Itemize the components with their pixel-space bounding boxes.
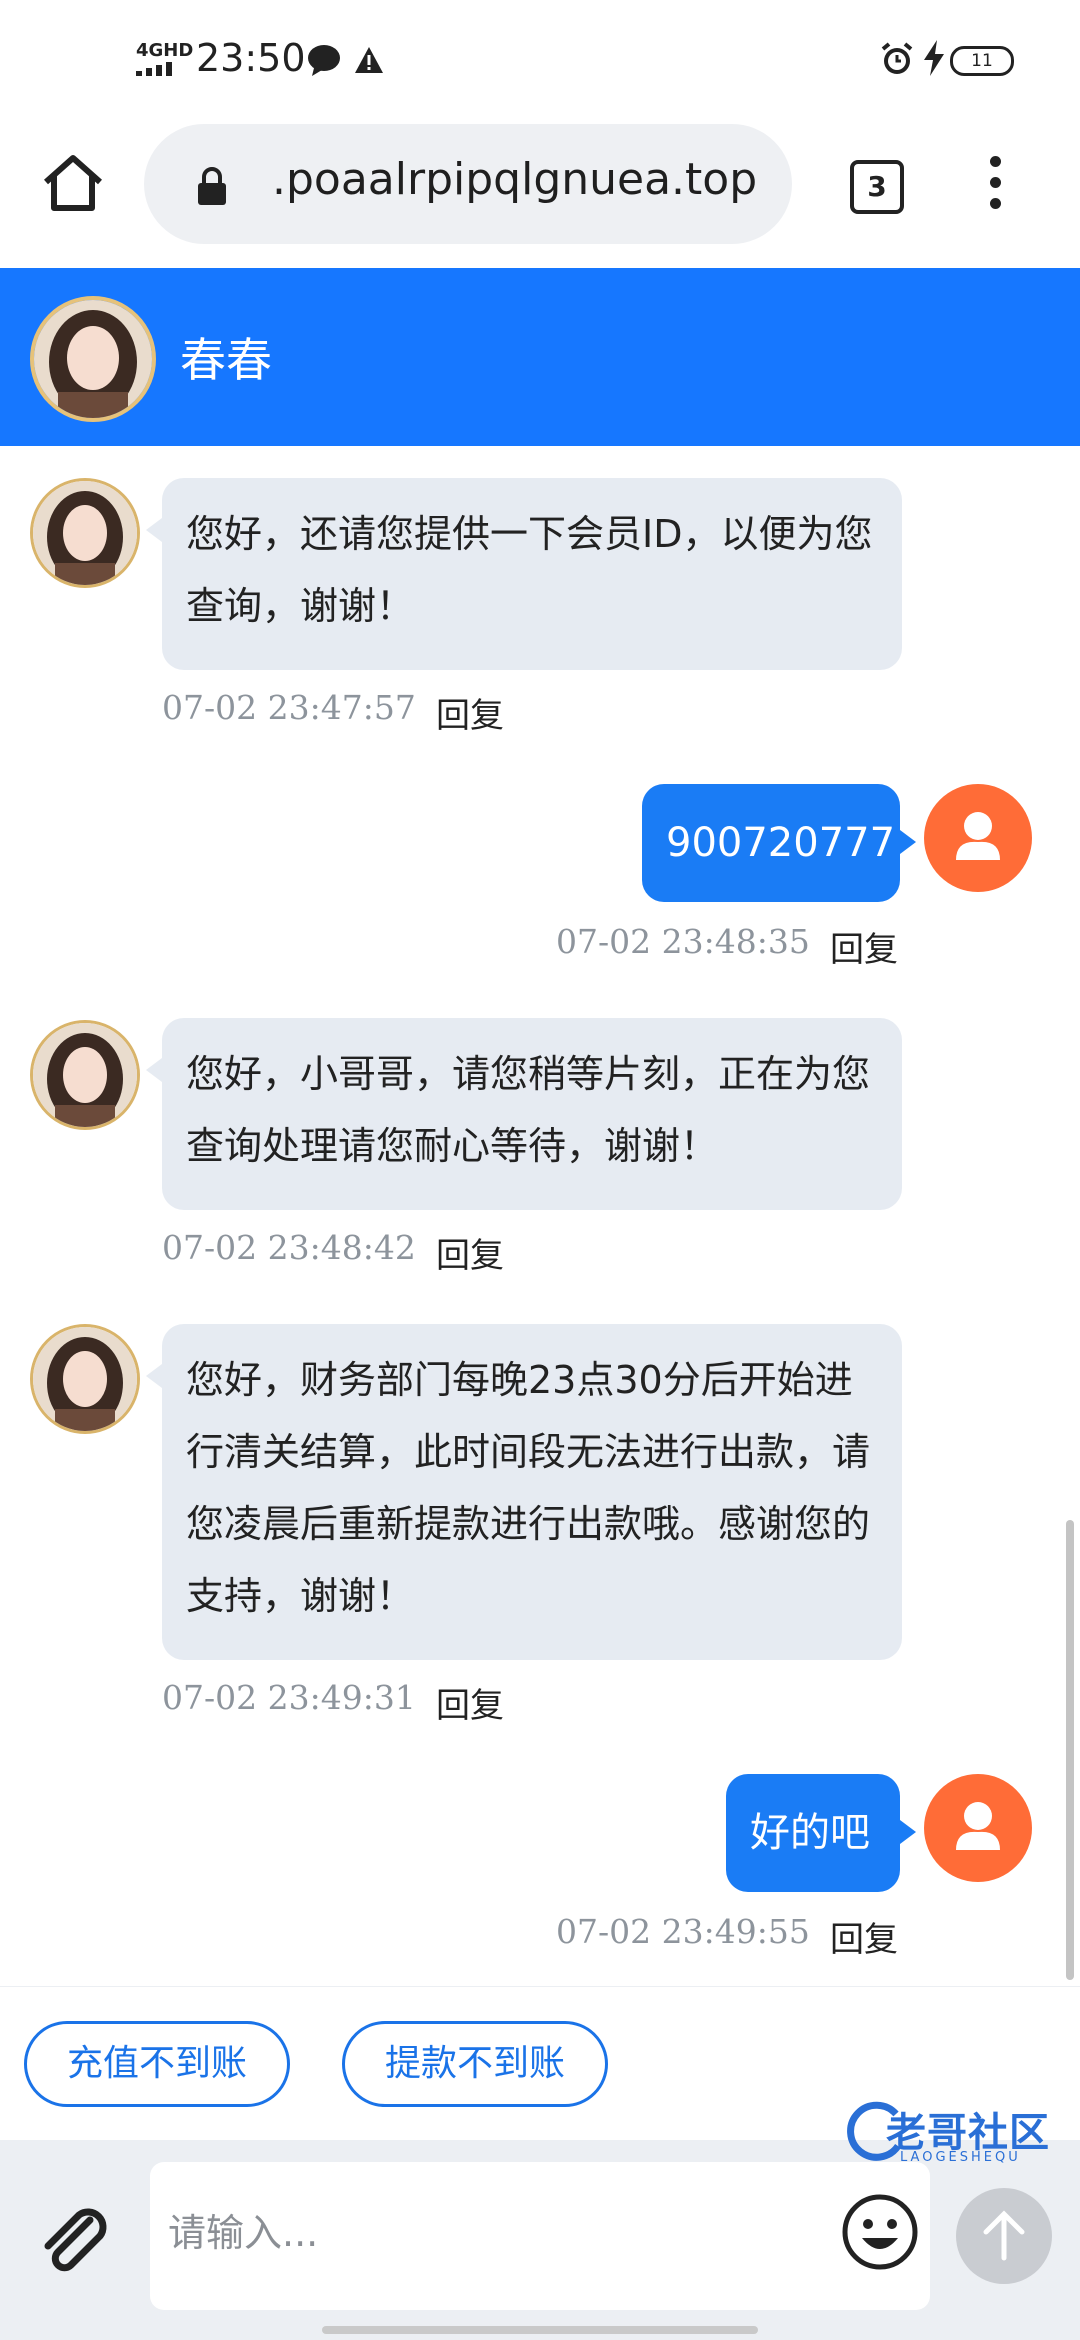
attachment-icon[interactable] [34,2202,114,2282]
home-indicator[interactable] [322,2326,758,2334]
message-notification-icon [308,45,340,76]
message-input[interactable]: 请输入... [150,2162,930,2310]
user-icon [956,812,1000,860]
home-icon[interactable] [40,150,106,216]
agent-message-bubble: 您好，还请您提供一下会员ID，以便为您查询，谢谢！ [146,478,902,670]
message-timestamp: 07-02 23:49:31 [162,1678,416,1717]
user-avatar [924,784,1032,892]
message-timestamp: 07-02 23:48:35 [556,922,810,961]
reply-button[interactable]: 回复 [436,688,504,737]
signal-icon [136,62,172,76]
agent-avatar [30,296,156,422]
agent-name: 春春 [180,333,272,387]
watermark-subtext: LAOGESHEQU [900,2150,1021,2165]
alarm-icon [881,42,913,74]
clock-time: 23:50 [196,36,306,80]
reply-button[interactable]: 回复 [830,1912,898,1961]
address-bar[interactable]: .poaalrpipqlgnuea.top [144,124,792,244]
user-message-bubble: 好的吧 [726,1774,916,1892]
message-timestamp: 07-02 23:47:57 [162,688,416,727]
agent-avatar [30,1324,140,1434]
chat-header: 春春 [0,268,1080,446]
tab-switcher-button[interactable]: 3 [850,160,904,214]
emoji-icon[interactable] [840,2192,920,2272]
input-placeholder: 请输入... [168,2211,319,2255]
user-message-bubble: 900720777 [642,784,916,902]
warning-icon [355,47,383,73]
agent-message-bubble: 您好，财务部门每晚23点30分后开始进行清关结算，此时间段无法进行出款，请您凌晨… [146,1324,902,1660]
quick-reply-withdraw-button[interactable]: 提款不到账 [342,2021,608,2107]
reply-button[interactable]: 回复 [436,1228,504,1277]
browser-toolbar: .poaalrpipqlgnuea.top 3 [0,120,1080,268]
agent-avatar [30,478,140,588]
scrollbar[interactable] [1066,1520,1074,1980]
message-timestamp: 07-02 23:49:55 [556,1912,810,1951]
arrow-up-icon [983,2210,1025,2261]
agent-avatar [30,1020,140,1130]
quick-reply-recharge-button[interactable]: 充值不到账 [24,2021,290,2107]
more-menu-icon[interactable] [980,156,1010,216]
url-text: .poaalrpipqlgnuea.top [272,154,758,205]
user-icon [956,1802,1000,1850]
message-timestamp: 07-02 23:48:42 [162,1228,416,1267]
battery-indicator: 11 [950,46,1014,76]
agent-message-bubble: 您好，小哥哥，请您稍等片刻，正在为您查询处理请您耐心等待，谢谢！ [146,1018,902,1210]
reply-button[interactable]: 回复 [436,1678,504,1727]
charging-icon [924,40,944,76]
watermark-logo: 老哥社区 LAOGESHEQU [846,2090,1076,2180]
lock-icon [198,167,226,205]
user-avatar [924,1774,1032,1882]
network-indicator: 4GHD [136,40,194,61]
reply-button[interactable]: 回复 [830,922,898,971]
status-bar: 4GHD 23:50 11 [0,0,1080,120]
send-button[interactable] [956,2188,1052,2284]
